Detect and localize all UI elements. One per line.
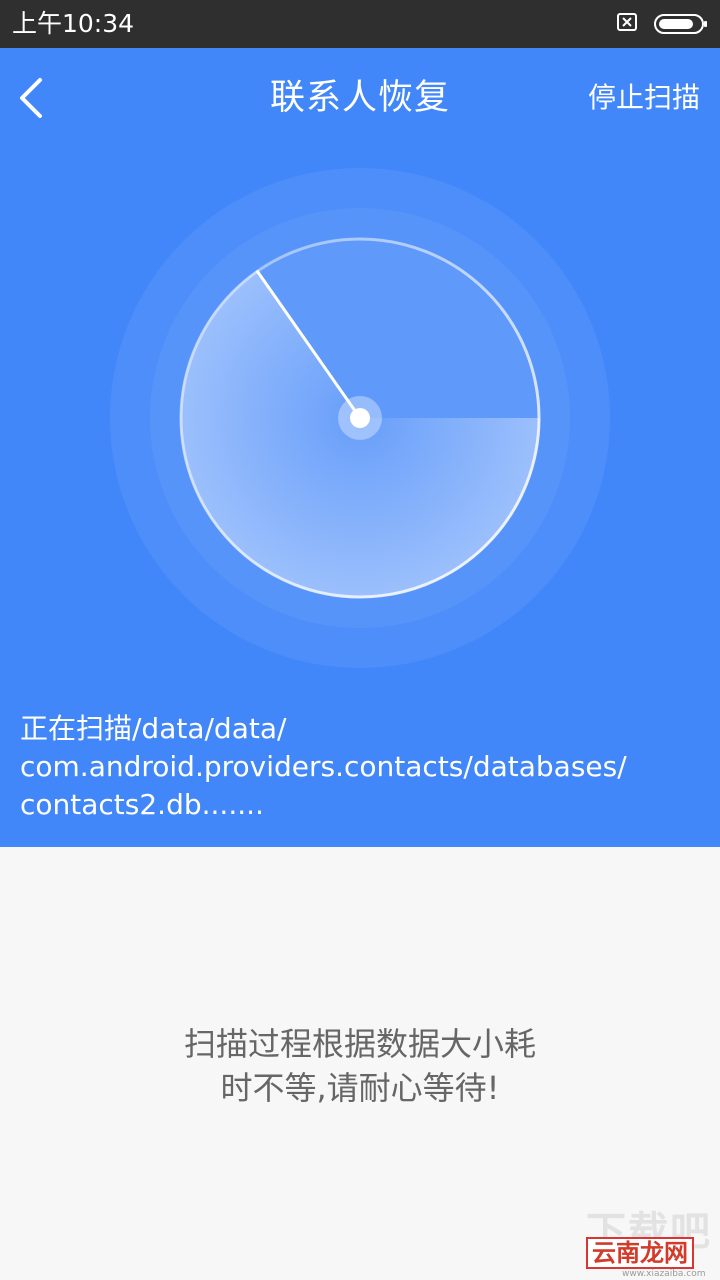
- scan-path-text: 正在扫描/data/data/ com.android.providers.co…: [20, 710, 700, 824]
- page-title: 联系人恢复: [269, 78, 450, 118]
- radar-scanner: [110, 168, 610, 668]
- wait-tip-line: 时不等,请耐心等待!: [220, 1069, 500, 1107]
- watermark-logo: 下载吧 云南龙网 www.xiazaiba.com: [582, 1209, 716, 1279]
- scan-path-line: contacts2.db.......: [20, 788, 264, 821]
- chevron-left-icon: [20, 78, 42, 118]
- stop-scan-button[interactable]: 停止扫描: [588, 78, 700, 118]
- screen: 上午10:34 联系人恢复 停止扫描 正在扫描/data/data/ com.a…: [0, 0, 720, 1280]
- status-bar: 上午10:34: [0, 0, 720, 48]
- battery-icon: [654, 14, 707, 34]
- status-time: 上午10:34: [12, 9, 135, 38]
- scan-path-line: com.android.providers.contacts/databases…: [20, 750, 627, 783]
- sim-card-icon: [617, 13, 637, 31]
- back-button[interactable]: [8, 70, 56, 126]
- scan-path-line: 正在扫描/data/data/: [20, 712, 287, 745]
- watermark-url: www.xiazaiba.com: [622, 1269, 706, 1279]
- wait-tip-line: 扫描过程根据数据大小耗: [183, 1025, 536, 1063]
- radar-center-dot: [350, 408, 370, 428]
- wait-tip: 扫描过程根据数据大小耗 时不等,请耐心等待!: [110, 1022, 610, 1110]
- watermark-badge: 云南龙网: [586, 1237, 694, 1269]
- scan-header: 联系人恢复 停止扫描 正在扫描/data/data/ com.android.p…: [0, 48, 720, 847]
